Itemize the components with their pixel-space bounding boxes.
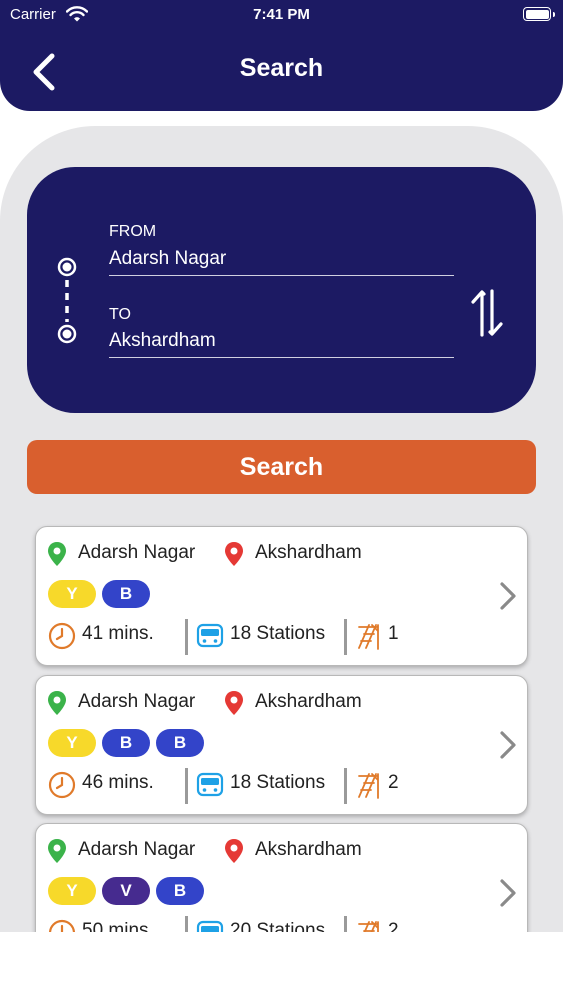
interchange-count: 1 bbox=[388, 623, 399, 644]
destination-station: Akshardham bbox=[255, 542, 362, 563]
results-list[interactable]: Adarsh Nagar Akshardham Y B 41 mins. 18 … bbox=[27, 512, 536, 932]
line-badge-blue: B bbox=[156, 877, 204, 905]
divider bbox=[344, 768, 347, 804]
station-count: 20 Stations bbox=[230, 920, 326, 932]
route-result-card[interactable]: Adarsh Nagar Akshardham Y V B 50 mins. 2… bbox=[35, 823, 528, 932]
interchange-count: 2 bbox=[388, 772, 399, 793]
chevron-right-icon bbox=[500, 879, 516, 907]
origin-station: Adarsh Nagar bbox=[78, 542, 196, 563]
destination-station: Akshardham bbox=[255, 839, 362, 860]
line-badge-violet: V bbox=[102, 877, 150, 905]
line-badge-yellow: Y bbox=[48, 877, 96, 905]
battery-icon bbox=[523, 7, 555, 21]
origin-pin-icon bbox=[48, 839, 66, 863]
divider bbox=[185, 619, 188, 655]
train-icon bbox=[196, 920, 224, 932]
from-field-underline bbox=[109, 275, 454, 276]
search-button[interactable]: Search bbox=[27, 440, 536, 494]
app-header: Carrier 7:41 PM Search bbox=[0, 0, 563, 111]
line-badge-blue: B bbox=[102, 580, 150, 608]
interchange-icon bbox=[358, 773, 379, 799]
to-field[interactable]: Akshardham bbox=[109, 330, 216, 352]
status-bar: Carrier 7:41 PM bbox=[0, 0, 563, 30]
destination-pin-icon bbox=[225, 839, 243, 863]
from-field[interactable]: Adarsh Nagar bbox=[109, 248, 226, 270]
metro-line-badges: Y B B bbox=[48, 729, 204, 757]
interchange-icon bbox=[358, 624, 379, 650]
line-badge-blue: B bbox=[156, 729, 204, 757]
chevron-right-icon bbox=[500, 582, 516, 610]
route-line-icon bbox=[57, 257, 77, 344]
interchange-count: 2 bbox=[388, 920, 399, 932]
clock-icon bbox=[48, 622, 76, 650]
line-badge-blue: B bbox=[102, 729, 150, 757]
divider bbox=[185, 916, 188, 932]
origin-pin-icon bbox=[48, 691, 66, 715]
divider bbox=[344, 619, 347, 655]
clock: 7:41 PM bbox=[253, 6, 310, 23]
duration: 46 mins. bbox=[82, 772, 154, 793]
interchange-icon bbox=[358, 921, 379, 932]
origin-station: Adarsh Nagar bbox=[78, 691, 196, 712]
duration: 41 mins. bbox=[82, 623, 154, 644]
to-label: TO bbox=[109, 306, 131, 323]
destination-pin-icon bbox=[225, 691, 243, 715]
line-badge-yellow: Y bbox=[48, 729, 96, 757]
destination-pin-icon bbox=[225, 542, 243, 566]
metro-line-badges: Y V B bbox=[48, 877, 204, 905]
train-icon bbox=[196, 772, 224, 797]
divider bbox=[185, 768, 188, 804]
swap-stations-button[interactable] bbox=[467, 287, 507, 339]
from-label: FROM bbox=[109, 223, 157, 240]
route-result-card[interactable]: Adarsh Nagar Akshardham Y B 41 mins. 18 … bbox=[35, 526, 528, 666]
station-count: 18 Stations bbox=[230, 623, 326, 644]
duration: 50 mins. bbox=[82, 920, 154, 932]
line-badge-yellow: Y bbox=[48, 580, 96, 608]
route-result-card[interactable]: Adarsh Nagar Akshardham Y B B 46 mins. 1… bbox=[35, 675, 528, 815]
origin-station: Adarsh Nagar bbox=[78, 839, 196, 860]
route-card: FROM Adarsh Nagar TO Akshardham bbox=[27, 167, 536, 413]
origin-pin-icon bbox=[48, 542, 66, 566]
destination-station: Akshardham bbox=[255, 691, 362, 712]
to-field-underline bbox=[109, 357, 454, 358]
chevron-right-icon bbox=[500, 731, 516, 759]
page-title: Search bbox=[239, 54, 324, 82]
metro-line-badges: Y B bbox=[48, 580, 150, 608]
divider bbox=[344, 916, 347, 932]
train-icon bbox=[196, 623, 224, 648]
clock-icon bbox=[48, 919, 76, 932]
station-count: 18 Stations bbox=[230, 772, 326, 793]
clock-icon bbox=[48, 771, 76, 799]
search-screen: Carrier 7:41 PM Search FROM Adarsh Nagar bbox=[0, 0, 563, 1000]
